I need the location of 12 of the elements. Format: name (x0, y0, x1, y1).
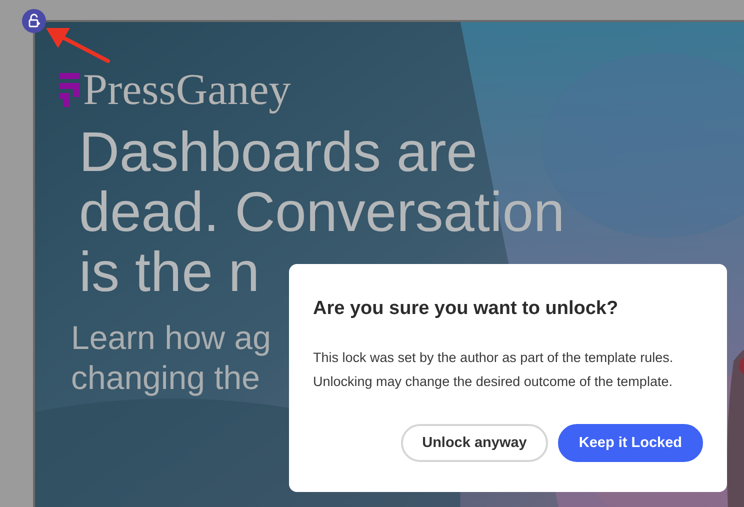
unlock-icon[interactable] (22, 9, 46, 33)
subhead-line: Learn how ag (71, 318, 271, 358)
dialog-title: Are you sure you want to unlock? (313, 298, 618, 320)
unlock-button[interactable]: Unlock anyway (401, 424, 548, 462)
keep-locked-button[interactable]: Keep it Locked (558, 424, 703, 462)
subhead-line: changing the (71, 358, 260, 398)
headline-line: dead. Conversation (79, 182, 565, 242)
headline-line: is the n (79, 242, 260, 302)
headline-line: Dashboards are (79, 122, 478, 182)
logo-mark-icon (59, 73, 79, 107)
brand-logo-text: PressGaney (83, 68, 291, 112)
dialog-message: This lock was set by the author as part of the template rules. Unlocking may change the desired outcome of the template. (313, 349, 674, 391)
